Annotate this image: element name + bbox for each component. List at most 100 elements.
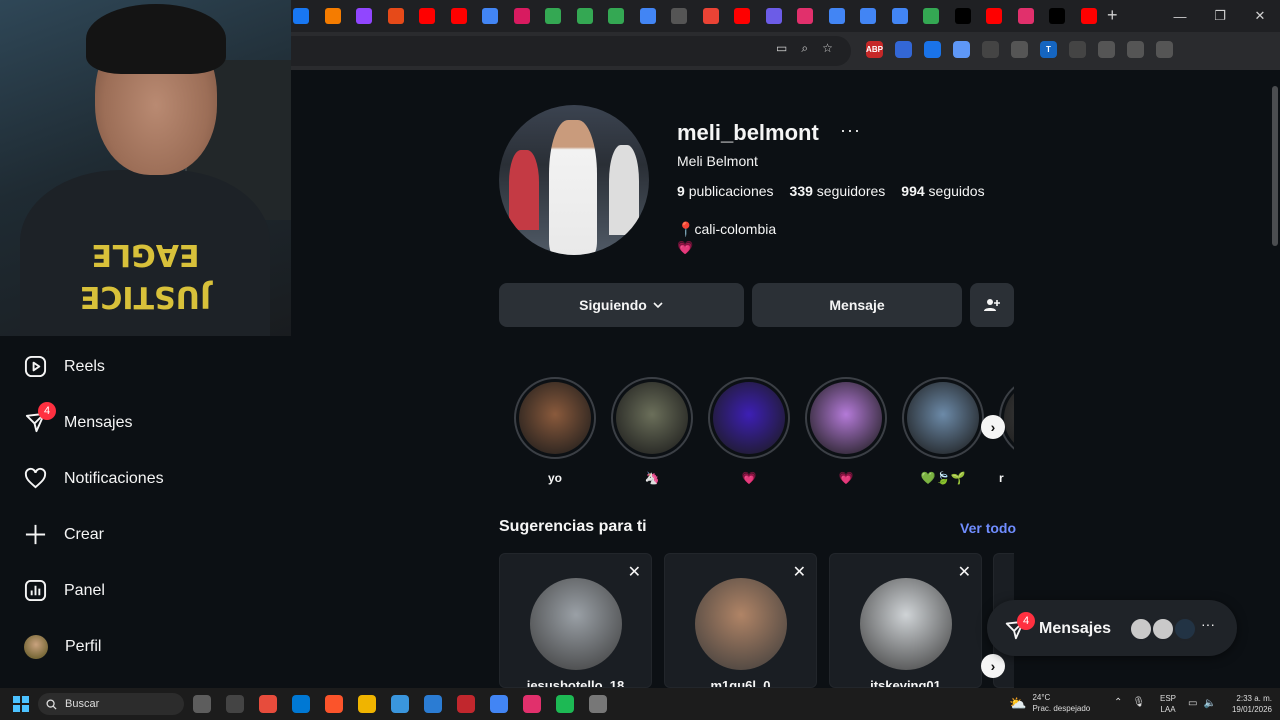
bookmark-star-icon[interactable]: ☆ [822, 41, 833, 56]
taskbar-app-icon[interactable] [523, 695, 541, 713]
highlight-item[interactable]: 💗 [708, 377, 790, 486]
browser-tab-favicon[interactable] [608, 8, 624, 24]
browser-tab-favicon[interactable] [671, 8, 687, 24]
browser-tab-favicon[interactable] [293, 8, 309, 24]
suggestion-card[interactable]: ✕ jesusbotello_18 [499, 553, 652, 688]
browser-tab-favicon[interactable] [860, 8, 876, 24]
browser-extension-icon[interactable]: ABP [866, 41, 883, 58]
sidebar-item-messages[interactable]: 4 Mensajes [24, 402, 132, 434]
taskbar-app-icon[interactable] [457, 695, 475, 713]
taskbar-app-icon[interactable] [259, 695, 277, 713]
taskbar-app-icon[interactable] [556, 695, 574, 713]
weather-widget[interactable]: ⛅ 24°C Prac. despejado [1009, 692, 1090, 714]
sidebar-item-reels[interactable]: Reels [24, 355, 105, 378]
browser-tab-favicon[interactable] [797, 8, 813, 24]
cast-icon[interactable]: ▭ [776, 41, 787, 56]
browser-extension-icon[interactable]: T [1040, 41, 1057, 58]
following-button[interactable]: Siguiendo [499, 283, 744, 327]
sidebar-item-notifications[interactable]: Notificaciones [24, 467, 164, 490]
restore-button[interactable]: ❐ [1200, 0, 1240, 32]
browser-extension-icon[interactable] [982, 41, 999, 58]
suggest-users-button[interactable] [970, 283, 1014, 327]
suggestion-username[interactable]: jesusbotello_18 [500, 678, 651, 687]
taskbar-app-icon[interactable] [589, 695, 607, 713]
highlight-item[interactable]: 💚🍃🌱 [902, 377, 984, 486]
suggestion-username[interactable]: m1gu6l_0 [665, 678, 816, 687]
browser-extension-icon[interactable] [895, 41, 912, 58]
suggestions-next-button[interactable]: › [981, 654, 1005, 678]
taskbar-app-icon[interactable] [490, 695, 508, 713]
browser-tab-favicon[interactable] [576, 8, 593, 24]
highlight-item[interactable]: yo [514, 377, 596, 486]
sidebar-item-create[interactable]: Crear [24, 523, 104, 546]
zoom-icon[interactable]: ⌕ [801, 41, 808, 56]
message-button[interactable]: Mensaje [752, 283, 962, 327]
taskbar-app-icon[interactable] [424, 695, 442, 713]
more-options-icon[interactable]: ··· [840, 120, 861, 141]
browser-tab-favicon[interactable] [639, 8, 656, 24]
suggestion-username[interactable]: itskevinq01 [830, 678, 981, 687]
browser-tab-favicon[interactable] [419, 8, 435, 24]
browser-tab-favicon[interactable] [450, 8, 467, 24]
new-tab-button[interactable]: + [1107, 5, 1118, 26]
browser-tab-favicon[interactable] [1049, 8, 1065, 24]
taskbar-search[interactable]: Buscar [38, 693, 184, 715]
taskbar-app-icon[interactable] [226, 695, 244, 713]
browser-tab-favicon[interactable] [513, 8, 530, 24]
highlight-item[interactable]: 💗 [805, 377, 887, 486]
browser-tab-favicon[interactable] [828, 8, 845, 24]
browser-extension-icon[interactable] [924, 41, 941, 58]
browser-tab-favicon[interactable] [545, 8, 561, 24]
browser-extension-icon[interactable] [953, 41, 970, 58]
suggestion-card[interactable]: ✕ m1gu6l_0 [664, 553, 817, 688]
browser-extension-icon[interactable] [1011, 41, 1028, 58]
browser-tab-favicon[interactable] [356, 8, 372, 24]
browser-tab-favicon[interactable] [923, 8, 939, 24]
avatar[interactable] [695, 578, 787, 670]
taskbar-app-icon[interactable] [358, 695, 376, 713]
volume-icon[interactable]: 🔈 [1203, 698, 1215, 709]
highlights-next-button[interactable]: › [981, 415, 1005, 439]
browser-tab-favicon[interactable] [1017, 8, 1034, 24]
taskbar-app-icon[interactable] [193, 695, 211, 713]
close-window-button[interactable]: ✕ [1240, 0, 1280, 32]
suggestion-card[interactable]: ✕ itskevinq01 [829, 553, 982, 688]
page-scrollbar[interactable] [1270, 70, 1280, 688]
highlight-item[interactable]: 🦄 [611, 377, 693, 486]
browser-extension-icon[interactable] [1156, 41, 1173, 58]
chevron-up-icon[interactable]: ⌃ [1114, 697, 1122, 708]
more-options-icon[interactable]: ··· [1201, 616, 1215, 632]
sidebar-item-dashboard[interactable]: Panel [24, 579, 105, 602]
windows-start-icon[interactable] [13, 696, 29, 712]
browser-tab-favicon[interactable] [986, 8, 1002, 24]
see-all-link[interactable]: Ver todo [960, 520, 1016, 536]
microphone-icon[interactable]: 🎙 [1132, 697, 1145, 708]
minimize-button[interactable]: — [1160, 0, 1200, 32]
browser-tab-favicon[interactable] [765, 8, 782, 24]
messages-floating-bar[interactable]: 4 Mensajes ··· [987, 600, 1237, 656]
address-bar[interactable] [291, 36, 851, 66]
browser-tab-favicon[interactable] [387, 8, 404, 24]
taskbar-app-icon[interactable] [325, 695, 343, 713]
language-indicator[interactable]: ESP LAA [1160, 693, 1176, 715]
browser-tab-favicon[interactable] [482, 8, 498, 24]
browser-tab-favicon[interactable] [324, 8, 341, 24]
browser-extension-icon[interactable] [1127, 41, 1144, 58]
browser-extension-icon[interactable] [1069, 41, 1086, 58]
taskbar-app-icon[interactable] [391, 695, 409, 713]
browser-tab-favicon[interactable] [891, 8, 908, 24]
browser-tab-favicon[interactable] [702, 8, 719, 24]
browser-tab-favicon[interactable] [954, 8, 971, 24]
profile-picture[interactable] [499, 105, 649, 255]
scrollbar-thumb[interactable] [1272, 86, 1278, 246]
close-icon[interactable]: ✕ [958, 562, 971, 582]
avatar[interactable] [860, 578, 952, 670]
taskbar-app-icon[interactable] [292, 695, 310, 713]
avatar[interactable] [530, 578, 622, 670]
close-icon[interactable]: ✕ [628, 562, 641, 582]
sidebar-item-profile[interactable]: Perfil [24, 635, 101, 659]
followers-stat[interactable]: 339 seguidores [790, 183, 886, 199]
network-icon[interactable]: ▭ [1188, 698, 1197, 709]
following-stat[interactable]: 994 seguidos [901, 183, 984, 199]
close-icon[interactable]: ✕ [793, 562, 806, 582]
